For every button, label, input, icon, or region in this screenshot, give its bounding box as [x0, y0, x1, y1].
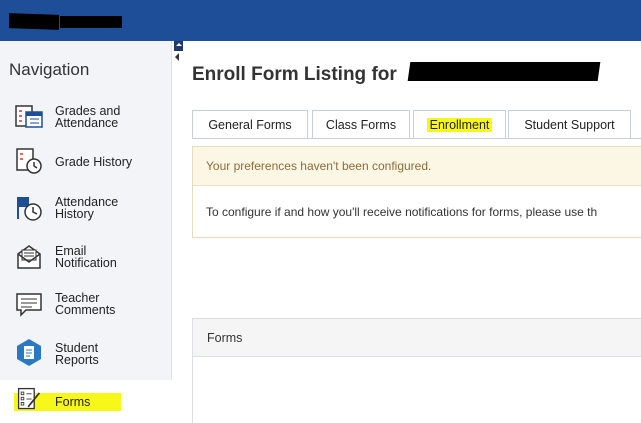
- tab-class-forms[interactable]: Class Forms: [312, 110, 410, 139]
- warning-message: Your preferences haven't been configured…: [193, 147, 641, 186]
- tab-enrollment[interactable]: Enrollment: [413, 110, 506, 139]
- navigation-title: Navigation: [9, 60, 90, 79]
- sidebar-item-email-notification[interactable]: Email Notification: [0, 236, 172, 282]
- tab-label: Class Forms: [325, 118, 397, 132]
- forms-panel-title: Forms: [193, 319, 641, 357]
- tab-label: Enrollment: [426, 118, 493, 132]
- student-reports-icon: [17, 339, 41, 366]
- redacted-logo: [9, 13, 59, 30]
- grade-history-icon: [16, 148, 42, 174]
- preferences-alert-panel: Your preferences haven't been configured…: [192, 146, 641, 238]
- forms-panel: Forms: [192, 318, 641, 423]
- info-message: To configure if and how you'll receive n…: [206, 205, 598, 219]
- collapse-sidebar-toggle[interactable]: [172, 41, 186, 63]
- collapse-up-icon: [174, 41, 183, 51]
- sidebar-item-label: History: [55, 207, 94, 221]
- tab-label: Student Support: [524, 118, 615, 132]
- sidebar-item-grades-and-attendance[interactable]: Grades and Attendance: [0, 96, 172, 142]
- email-icon: [17, 245, 41, 269]
- sidebar-item-label: Attendance: [55, 116, 119, 130]
- tab-general-forms[interactable]: General Forms: [192, 110, 308, 139]
- tab-divider: [192, 138, 641, 139]
- sidebar-item-attendance-history[interactable]: Attendance History: [0, 187, 172, 233]
- sidebar-item-label: Reports: [55, 353, 99, 367]
- sidebar-item-label: Grade History: [55, 155, 133, 169]
- tab-label: General Forms: [208, 118, 292, 132]
- grades-calendar-icon: [15, 105, 43, 128]
- sidebar-item-student-reports[interactable]: Student Reports: [0, 331, 172, 377]
- top-header-bar: [0, 0, 641, 41]
- sidebar-item-grade-history[interactable]: Grade History: [0, 140, 172, 186]
- redacted-school-name: [60, 16, 122, 28]
- collapse-left-icon: [175, 53, 179, 61]
- redacted-student-name: [407, 62, 601, 81]
- tab-student-support[interactable]: Student Support: [508, 110, 631, 139]
- page-title: Enroll Form Listing for: [192, 64, 397, 85]
- sidebar-item-teacher-comments[interactable]: Teacher Comments: [0, 283, 172, 329]
- attendance-history-icon: [17, 197, 42, 221]
- sidebar-item-label: Notification: [55, 256, 117, 270]
- comments-icon: [16, 293, 42, 317]
- sidebar-item-forms[interactable]: Forms: [0, 380, 172, 423]
- forms-icon: [17, 387, 41, 410]
- sidebar-item-label: Comments: [55, 303, 116, 317]
- sidebar-item-label: Forms: [55, 395, 91, 409]
